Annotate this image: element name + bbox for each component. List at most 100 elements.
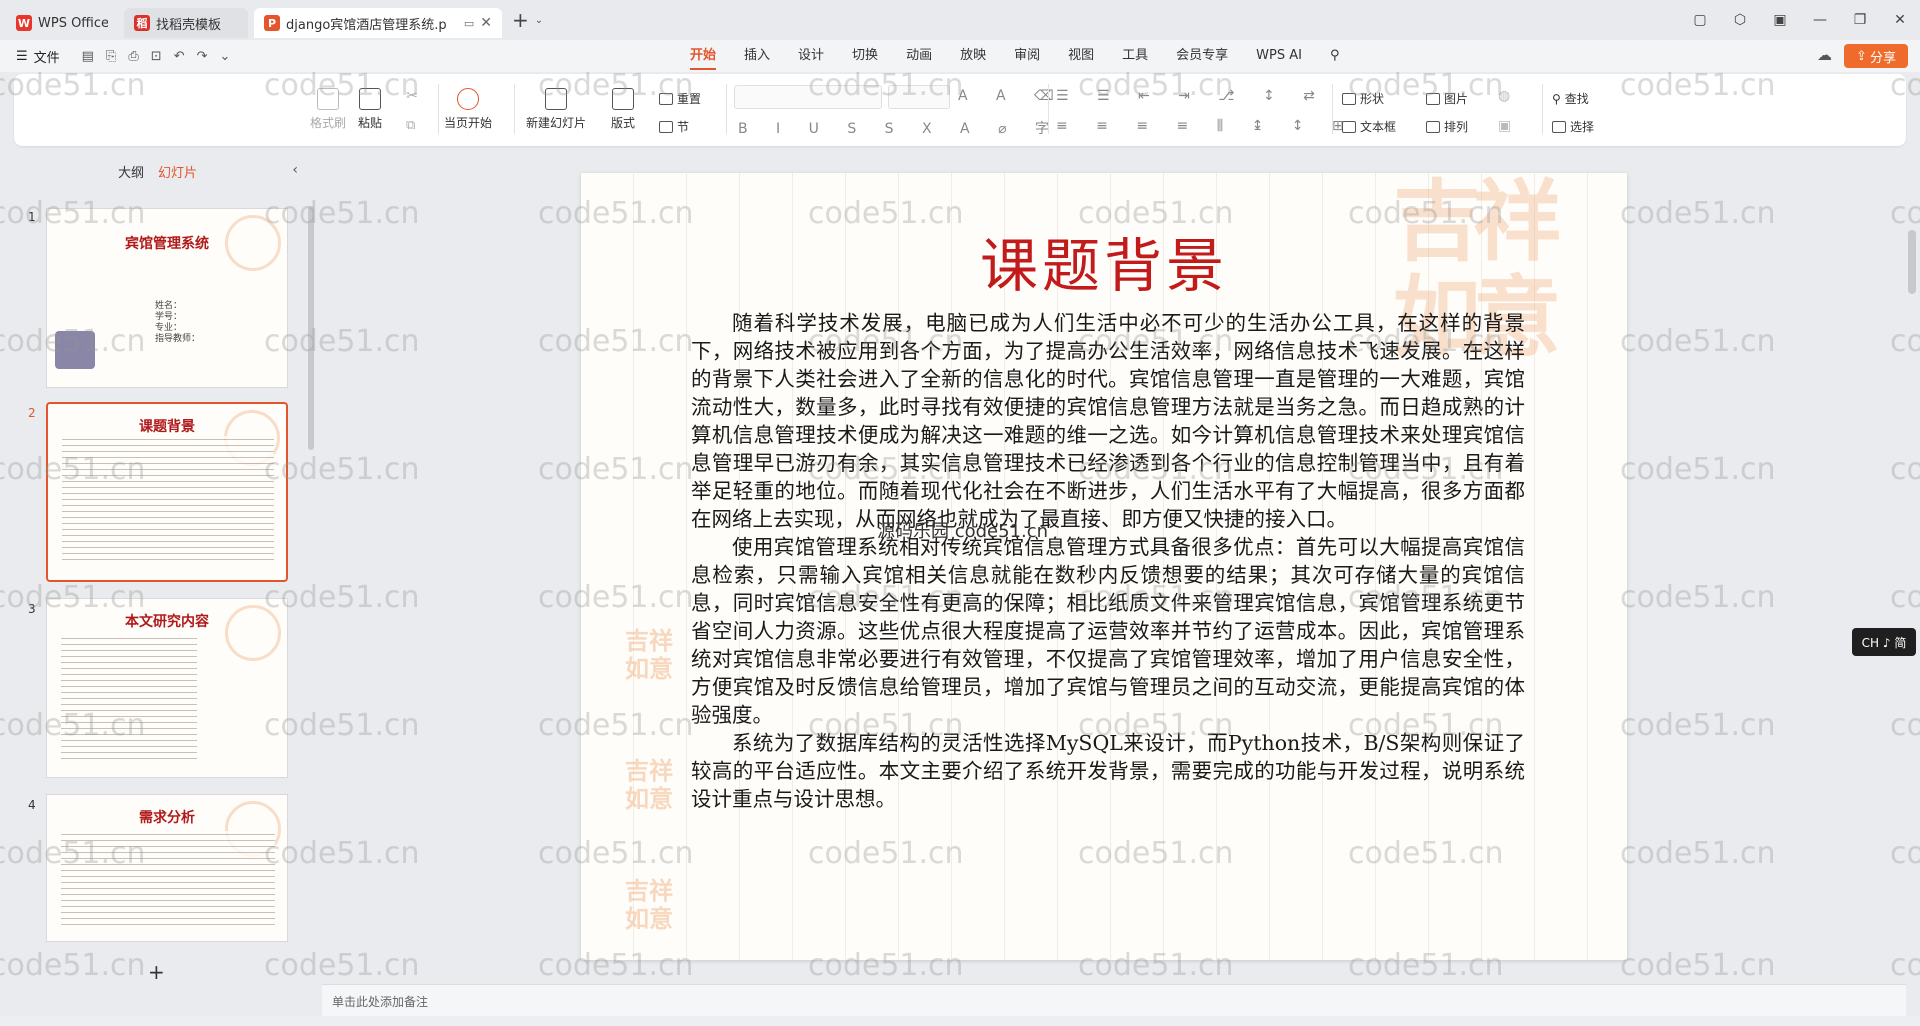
select-icon (1552, 120, 1566, 133)
find-label: 查找 (1564, 92, 1589, 106)
new-slide-button[interactable]: 新建幻灯片 (526, 88, 586, 131)
title-bar: W WPS Office 稻 找稻壳模板 P django宾馆酒店管理系统.p … (0, 0, 1920, 40)
save-icon[interactable]: ▤ (82, 49, 94, 64)
arrange-button[interactable]: 排列 (1426, 118, 1468, 135)
close-window-icon[interactable]: ✕ (1880, 12, 1920, 28)
notes-pane[interactable]: 单击此处添加备注 (322, 984, 1906, 1016)
close-tab-icon[interactable]: ✕ (480, 15, 492, 31)
slide-thumbnail-4[interactable]: 需求分析 (46, 794, 288, 942)
quick-access: ▤ ⎘ ⎙ ⊡ ↶ ↷ ⌄ (82, 49, 231, 64)
font-size-select[interactable] (888, 85, 950, 109)
print-preview-icon[interactable]: ⊡ (151, 49, 162, 64)
textbox-label: 文本框 (1360, 120, 1397, 134)
font-family-select[interactable] (734, 85, 882, 109)
tab-slides[interactable]: 幻灯片 (158, 162, 197, 181)
layout-button[interactable]: 版式 (611, 88, 635, 131)
tab-home[interactable]: 开始 (676, 40, 730, 72)
file-menu[interactable]: ☰ 文件 (16, 47, 60, 66)
format-painter-button[interactable]: 格式刷 (310, 88, 346, 131)
minimize-icon[interactable]: — (1800, 12, 1840, 28)
more-icon[interactable]: ⌄ (220, 49, 231, 64)
watermark-text: code51.cn (1620, 580, 1776, 615)
tab-menu-icon[interactable]: ▭ (464, 17, 474, 30)
picture-button[interactable]: 图片 (1426, 90, 1468, 107)
find-button[interactable]: ⚲ 查找 (1552, 90, 1589, 107)
play-from-current-button[interactable]: 当页开始 (444, 88, 492, 131)
slide-number: 3 (28, 602, 36, 616)
outline-icon[interactable]: ▣ (1498, 118, 1511, 134)
undo-icon[interactable]: ↶ (174, 49, 185, 64)
thumbnail-info: 姓名： 学号： 专业： 指导教师： (155, 301, 200, 345)
tab-animation[interactable]: 动画 (892, 40, 946, 72)
seal-image (55, 331, 95, 369)
shape-button[interactable]: 形状 (1342, 90, 1384, 107)
tab-transition[interactable]: 切换 (838, 40, 892, 72)
avatar[interactable]: ▣ (1760, 12, 1800, 28)
ime-indicator[interactable]: CH ♪ 简 (1852, 628, 1916, 656)
slide-thumbnail-2[interactable]: 课题背景 (46, 402, 288, 582)
search-icon[interactable]: ⚲ (1316, 40, 1354, 72)
watermark-text: code51.cn (1890, 836, 1920, 871)
tab-review[interactable]: 审阅 (1000, 40, 1054, 72)
ribbon-toolbar: 格式刷 粘贴 ✂ ⧉ 当页开始 新建幻灯片 版式 重置 节 A A ⌫ B I … (14, 74, 1906, 146)
watermark-text: code51.cn (1620, 948, 1776, 983)
panel-scrollbar[interactable] (308, 206, 314, 450)
add-slide-button[interactable]: + (148, 960, 165, 984)
slide-thumbnail-3[interactable]: 本文研究内容 (46, 598, 288, 778)
watermark-text: code51.cn (1890, 948, 1920, 983)
shape-label: 形状 (1360, 92, 1385, 106)
tab-slideshow[interactable]: 放映 (946, 40, 1000, 72)
tab-design[interactable]: 设计 (784, 40, 838, 72)
cube-icon[interactable]: ⬡ (1720, 12, 1760, 28)
cut-icon[interactable]: ✂ (406, 88, 418, 104)
print-icon[interactable]: ⎙ (128, 49, 138, 64)
layout-label: 版式 (611, 116, 636, 130)
textbox-button[interactable]: 文本框 (1342, 118, 1396, 135)
collapse-panel-icon[interactable]: ‹ (292, 162, 298, 178)
restore-icon[interactable]: ❐ (1840, 12, 1880, 28)
canvas-scrollbar[interactable] (1908, 230, 1916, 294)
tab-outline[interactable]: 大纲 (118, 162, 144, 181)
tab-document[interactable]: P django宾馆酒店管理系统.p ▭ ✕ (254, 8, 502, 38)
tab-label: WPS Office (38, 15, 108, 31)
slide-title[interactable]: 课题背景 (581, 219, 1627, 303)
tab-insert[interactable]: 插入 (730, 40, 784, 72)
export-icon[interactable]: ⎘ (106, 49, 116, 64)
section-button[interactable]: 节 (659, 118, 689, 135)
tab-view[interactable]: 视图 (1054, 40, 1108, 72)
slide-thumbnail-1[interactable]: 宾馆管理系统 姓名： 学号： 专业： 指导教师： (46, 208, 288, 388)
slide-number: 2 (28, 406, 36, 420)
align-icons[interactable]: ≡ ≡ ≡ ≡ ⫼ ↨ ↕ ⊞ (1056, 118, 1356, 134)
hamburger-icon: ☰ (16, 48, 28, 64)
redo-icon[interactable]: ↷ (197, 49, 208, 64)
window-layout-icon[interactable]: ▢ (1680, 12, 1720, 28)
slide-body-text[interactable]: 随着科学技术发展，电脑已成为人们生活中必不可少的生活办公工具，在这样的背景下，网… (691, 309, 1525, 813)
clipboard-icon (359, 88, 381, 110)
tab-template[interactable]: 稻 找稻壳模板 (124, 8, 248, 38)
text-format-icons[interactable]: B I U S S X A ⌀ 字 (738, 118, 1061, 138)
share-icon: ⇪ (1856, 48, 1867, 64)
brush-icon (317, 88, 339, 110)
select-button[interactable]: 选择 (1552, 118, 1594, 135)
overlay-watermark-text: 源码乐园 code51.cn (877, 521, 1049, 542)
copy-icon[interactable]: ⧉ (406, 118, 415, 133)
wps-ai-button[interactable]: WPS AI (1242, 40, 1316, 72)
list-icons[interactable]: ☰ ☰ ⇤ ⇥ ⎇ ↕ ⇄ (1056, 88, 1327, 104)
slide-canvas[interactable]: 吉祥 如意 吉祥 如意 吉祥 如意 吉祥 如意 课题背景 随着科学技术发展，电脑已成为人… (581, 173, 1627, 960)
tab-member[interactable]: 会员专享 (1162, 40, 1242, 72)
thumbnail-title: 宾馆管理系统 (125, 236, 209, 252)
new-tab-icon[interactable]: + (512, 8, 529, 32)
tab-tools[interactable]: 工具 (1108, 40, 1162, 72)
chevron-down-icon[interactable]: ⌄ (535, 15, 543, 26)
tab-wps-office[interactable]: W WPS Office (6, 8, 118, 38)
cloud-sync-icon[interactable]: ☁ (1817, 46, 1832, 64)
fill-icon[interactable]: ◍ (1498, 88, 1510, 104)
thumbnail-body-text (61, 831, 275, 925)
share-button[interactable]: ⇪ 分享 (1844, 44, 1908, 68)
thumbnail-title: 课题背景 (139, 419, 195, 435)
play-from-current-label: 当页开始 (444, 116, 493, 130)
font-size-adjust-icons[interactable]: A A ⌫ (958, 88, 1066, 104)
tab-label: django宾馆酒店管理系统.p (286, 17, 447, 33)
reset-button[interactable]: 重置 (659, 90, 701, 107)
paste-button[interactable]: 粘贴 (358, 88, 382, 131)
